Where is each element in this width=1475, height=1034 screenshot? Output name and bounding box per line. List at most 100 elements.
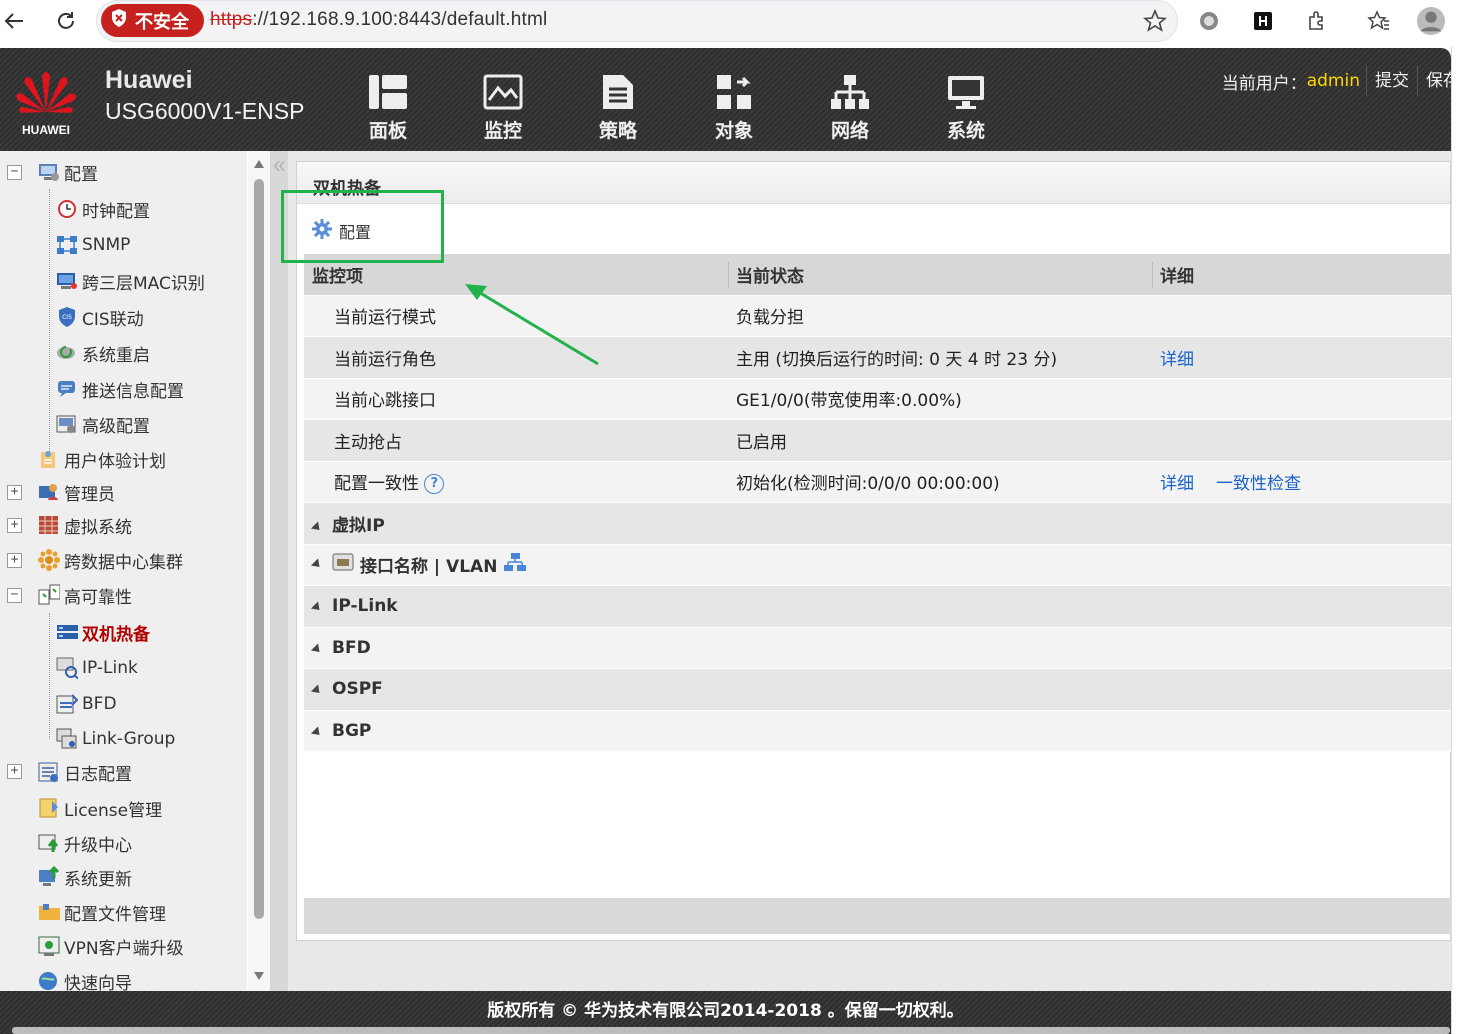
snmp-icon [56,234,78,256]
expand-toggle[interactable]: + [7,518,22,533]
detail-link[interactable]: 详细 [1160,345,1194,370]
nav-label: 系统 [946,120,985,142]
log-config-icon [38,761,60,783]
url-text[interactable]: https://192.168.9.100:8443/default.html [210,9,547,31]
quick-wizard-icon [38,970,60,991]
nav-label: 对象 [714,120,753,142]
scroll-down-arrow-icon [254,972,264,980]
scrollbar-thumb[interactable] [254,179,264,919]
favorites-icon[interactable] [1364,6,1394,36]
sidebar-item-mac-id[interactable]: 跨三层MAC识别 [56,266,205,296]
sidebar-item-admin[interactable]: 管理员 [38,477,115,507]
section-ospf[interactable]: OSPF [304,669,1452,711]
section-bgp[interactable]: BGP [304,710,1452,752]
expand-toggle[interactable]: + [7,485,22,500]
reload-icon[interactable] [51,6,81,36]
sidebar-item-cross-dc-cluster[interactable]: 跨数据中心集群 [38,545,183,575]
expand-toggle[interactable]: + [7,553,22,568]
sidebar-item-ip-link[interactable]: IP-Link [56,653,138,683]
user-experience-icon [38,448,60,470]
section-bfd[interactable]: BFD [304,627,1452,669]
tree-connector [49,613,50,739]
sidebar-item-user-experience[interactable]: 用户体验计划 [38,444,166,474]
save-button[interactable]: 保存 [1417,66,1451,96]
section-ip-link[interactable]: IP-Link [304,586,1452,628]
help-question-icon[interactable]: ? [424,474,445,495]
sidebar-item-system-update[interactable]: 系统更新 [38,862,132,892]
topology-icon[interactable] [503,552,527,577]
sidebar-item-clock[interactable]: 时钟配置 [56,194,150,224]
sidebar-item-vpn-client[interactable]: VPN客户端升级 [38,931,184,961]
extensions-puzzle-icon[interactable] [1302,6,1332,36]
sidebar-item-virtual-system[interactable]: 虚拟系统 [38,510,132,540]
annotation-highlight-box [281,190,444,263]
nav-label: 网络 [830,120,869,142]
nav-monitor[interactable]: 监控 [463,72,543,143]
sidebar-item-cis[interactable]: CIS CIS联动 [56,302,144,332]
upgrade-center-icon [38,832,60,854]
user-area: 当前用户： admin 提交 保存 [1222,66,1451,96]
collapse-toggle[interactable]: − [7,165,22,180]
expand-toggle[interactable]: + [7,764,22,779]
collapse-triangle-icon [310,643,324,656]
restart-icon [56,342,78,364]
vpn-client-icon [38,935,60,957]
bookmark-star-icon[interactable] [1140,6,1170,36]
sidebar-item-link-group[interactable]: Link-Group [56,724,175,754]
horizontal-scrollbar[interactable] [12,1027,1450,1034]
consistency-check-link[interactable]: 一致性检查 [1216,469,1301,494]
security-warning-badge[interactable]: 不安全 [101,4,204,37]
current-user-name[interactable]: admin [1307,71,1360,91]
device-model: USG6000V1-ENSP [105,98,305,124]
current-user-label: 当前用户： [1221,73,1307,94]
sidebar-item-push-message[interactable]: 推送信息配置 [56,374,184,404]
sidebar-item-bfd[interactable]: BFD [56,689,117,719]
sidebar-item-quick-wizard[interactable]: 快速向导 [38,966,132,991]
section-label: 虚拟IP [332,515,385,536]
scroll-up-arrow-icon [254,160,264,168]
sidebar-item-log-config[interactable]: 日志配置 [38,757,132,787]
sidebar-item-advanced-config[interactable]: 高级配置 [56,409,150,439]
sidebar-item-upgrade-center[interactable]: 升级中心 [38,828,132,858]
section-label: IP-Link [332,596,398,617]
push-message-icon [56,378,78,400]
submit-button[interactable]: 提交 [1366,66,1417,96]
interface-icon [332,552,354,577]
section-virtual-ip[interactable]: 虚拟IP [304,503,1452,545]
table-row: 配置一致性 ? 初始化(检测时间:0/0/0 00:00:00) 详细 一致性检… [304,461,1452,503]
column-header-item: 监控项 [312,266,363,287]
table-row: 主动抢占 已启用 [304,420,1452,462]
dashboard-icon [348,72,428,112]
app-header: HUAWEI Huawei USG6000V1-ENSP 面板 监控 策略 对象… [0,48,1451,151]
sidebar-item-license[interactable]: License管理 [38,793,162,823]
column-divider [1152,262,1153,288]
sidebar-tree: − + + + − + 配置 时钟配置 SNMP 跨三层MAC识别 CIS CI… [0,151,247,991]
brand-name: Huawei [105,66,193,94]
advanced-config-icon [56,413,78,435]
license-icon [38,797,60,819]
sidebar-scrollbar[interactable] [248,151,270,991]
nav-network[interactable]: 网络 [810,72,890,143]
nav-system[interactable]: 系统 [926,72,1006,143]
profile-avatar-icon[interactable] [1416,6,1446,36]
sidebar-item-high-availability[interactable]: 高可靠性 [38,580,132,610]
back-arrow-icon[interactable] [0,6,30,36]
sidebar-item-config-file[interactable]: 配置文件管理 [38,897,166,927]
collapse-triangle-icon [310,521,324,534]
sidebar-item-config[interactable]: 配置 [38,157,98,187]
nav-policy[interactable]: 策略 [578,72,658,143]
mac-id-icon [56,270,78,292]
sidebar-collapse-handle[interactable] [270,151,288,991]
tree-connector [49,189,50,459]
ip-link-icon [56,657,78,679]
nav-dashboard[interactable]: 面板 [348,72,428,143]
extension-circle-icon[interactable] [1194,6,1224,36]
extension-h-icon[interactable] [1248,6,1278,36]
section-interface-vlan[interactable]: 接口名称 | VLAN [304,544,1452,586]
nav-object[interactable]: 对象 [694,72,774,143]
sidebar-item-snmp[interactable]: SNMP [56,230,130,260]
sidebar-item-restart[interactable]: 系统重启 [56,338,150,368]
sidebar-item-hot-standby[interactable]: 双机热备 [56,617,150,647]
collapse-toggle[interactable]: − [7,588,22,603]
detail-link[interactable]: 详细 [1160,469,1194,494]
